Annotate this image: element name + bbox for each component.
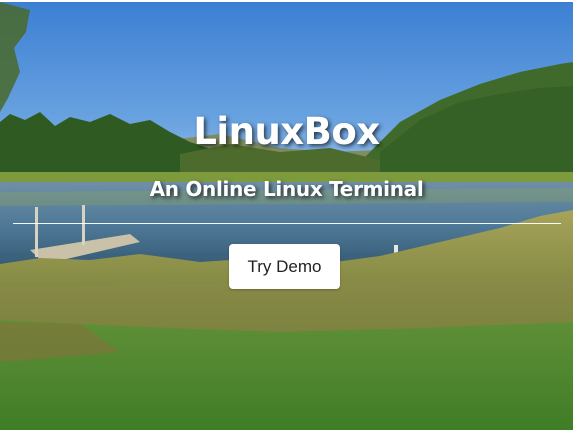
page-title: LinuxBox [193,110,380,153]
hero-section: LinuxBox An Online Linux Terminal Try De… [0,2,573,430]
hero-background-image [0,2,573,430]
title-divider [13,223,561,224]
try-demo-button[interactable]: Try Demo [229,244,340,289]
page-subtitle: An Online Linux Terminal [149,177,424,201]
